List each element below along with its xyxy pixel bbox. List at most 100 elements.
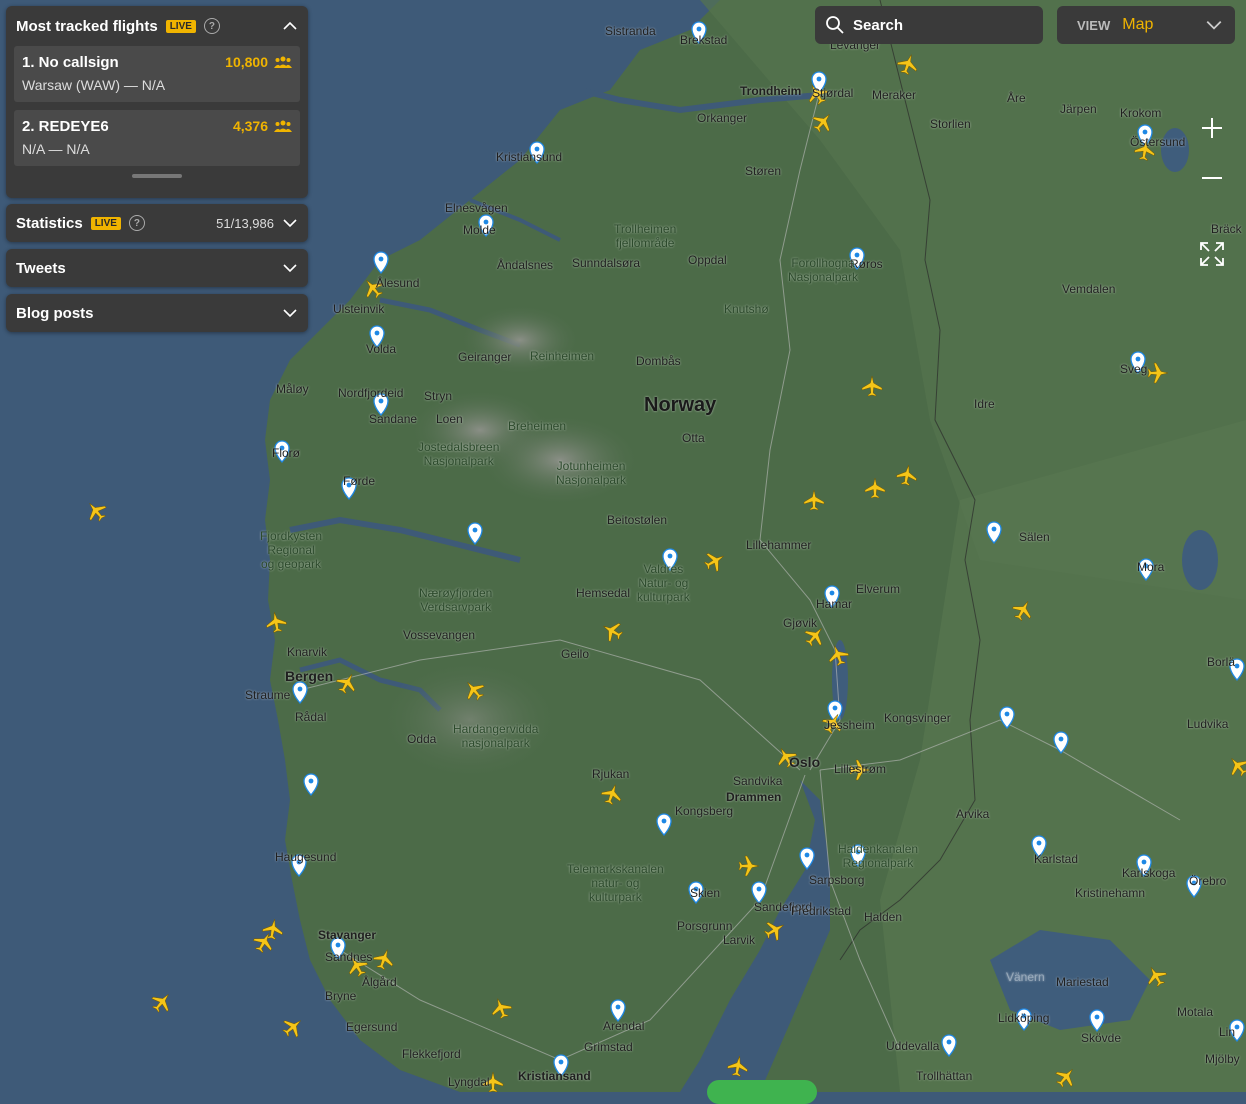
tracking-count: 10,800 (225, 54, 292, 70)
city-label: Idre (974, 397, 995, 411)
city-label: Kongsvinger (884, 711, 951, 725)
city-label: Kristiansand (518, 1069, 591, 1083)
view-selector[interactable]: VIEW Map (1057, 6, 1235, 44)
city-label: Flekkefjord (402, 1047, 461, 1061)
city-label: Volda (366, 342, 397, 356)
city-label: Lyngdal (448, 1075, 490, 1089)
city-label: Sveg (1120, 362, 1148, 376)
city-label: Sarpsborg (809, 873, 865, 887)
minus-icon (1202, 177, 1222, 179)
city-label: Porsgrunn (677, 919, 733, 933)
statistics-value: 51/13,986 (216, 215, 274, 231)
city-label: Motala (1177, 1005, 1214, 1019)
zoom-in-button[interactable] (1192, 108, 1232, 148)
most-tracked-header[interactable]: Most tracked flights LIVE ? (6, 6, 308, 46)
city-label: Oppdal (688, 253, 727, 267)
chevron-down-icon[interactable] (282, 305, 298, 321)
park-label: Valdres Natur- og kulturpark (637, 562, 690, 604)
city-label: Arvika (956, 807, 990, 821)
city-label: Kristinehamn (1075, 886, 1146, 900)
chevron-up-icon[interactable] (282, 18, 298, 34)
search-icon (826, 16, 844, 34)
city-label: Lin (1219, 1025, 1236, 1039)
city-label: Meraker (872, 88, 917, 102)
tweets-panel[interactable]: Tweets (6, 249, 308, 287)
tracking-count-value: 4,376 (232, 118, 268, 134)
city-label: Florø (272, 446, 300, 460)
search-box[interactable]: Search (815, 6, 1043, 44)
city-label: Karlstad (1034, 852, 1079, 866)
most-tracked-panel: Most tracked flights LIVE ? 1. No callsi… (6, 6, 308, 198)
city-label: Jessheim (824, 718, 875, 732)
city-label: Hamar (816, 597, 853, 611)
city-label: Måløy (276, 382, 309, 396)
city-label: Oslo (789, 754, 821, 770)
city-label: Vemdalen (1062, 282, 1116, 296)
bottom-action-button[interactable] (707, 1080, 817, 1104)
city-label: Ålgård (362, 975, 397, 989)
city-label: Larvik (723, 933, 756, 947)
city-label: Mora (1137, 560, 1165, 574)
city-label: Straume (245, 688, 291, 702)
city-label: Haugesund (275, 850, 337, 864)
park-label: Haldenkanalen Regionalpark (838, 842, 919, 870)
city-label: Uddevalla (886, 1039, 940, 1053)
statistics-title: Statistics (16, 214, 83, 232)
tracked-flight-item[interactable]: 1. No callsign Warsaw (WAW) — N/A 10,800 (14, 46, 300, 102)
tracking-count-value: 10,800 (225, 54, 268, 70)
chevron-down-icon[interactable] (282, 260, 298, 276)
city-label: Sunndalsøra (572, 256, 641, 270)
park-label: Jotunheimen Nasjonalpark (556, 459, 627, 487)
tweets-title: Tweets (16, 259, 66, 277)
city-label: Trondheim (740, 84, 802, 98)
city-label: Karlskoga (1122, 866, 1176, 880)
city-label: Bryne (325, 989, 357, 1003)
park-label: Telemarkskanalen natur- og kulturpark (567, 862, 664, 904)
city-label: Mjölby (1205, 1052, 1240, 1066)
view-value: Map (1122, 16, 1154, 33)
city-label: Sälen (1019, 530, 1050, 544)
fullscreen-button[interactable] (1192, 234, 1232, 274)
flight-route: N/A — N/A (22, 141, 90, 157)
city-label: Vossevangen (403, 628, 476, 642)
city-label: Brekstad (680, 33, 728, 47)
city-label: Dombås (636, 354, 681, 368)
people-icon (274, 120, 292, 132)
city-label: Stavanger (318, 928, 377, 942)
expand-icon (1200, 242, 1224, 266)
city-label: Rådal (295, 710, 327, 724)
park-label: Trollheimen fjellområde (614, 222, 677, 250)
city-label: Nordfjordeid (338, 386, 404, 400)
zoom-out-button[interactable] (1192, 158, 1232, 198)
resize-handle[interactable] (132, 174, 182, 178)
city-label: Järpen (1060, 102, 1097, 116)
help-icon[interactable]: ? (128, 215, 145, 231)
city-label: Ålesund (376, 276, 420, 290)
city-label: Elverum (856, 582, 901, 596)
city-label: Molde (463, 223, 496, 237)
blog-posts-title: Blog posts (16, 304, 94, 322)
city-label: Geilo (561, 647, 590, 661)
search-input[interactable]: Search (853, 17, 903, 34)
city-label: Odda (407, 732, 437, 746)
tracked-flight-item[interactable]: 2. REDEYE6 N/A — N/A 4,376 (14, 110, 300, 166)
statistics-panel[interactable]: Statistics LIVE ? 51/13,986 (6, 204, 308, 242)
city-label: Krokom (1120, 106, 1162, 120)
city-label: Arendal (603, 1019, 645, 1033)
city-label: Ulsteinvik (333, 302, 385, 316)
city-label: Elnesvågen (445, 201, 508, 215)
park-label: Breheimen (508, 419, 567, 433)
city-label: Egersund (346, 1020, 398, 1034)
help-icon[interactable]: ? (203, 18, 220, 34)
chevron-down-icon[interactable] (282, 215, 298, 231)
blog-posts-panel[interactable]: Blog posts (6, 294, 308, 332)
chevron-down-icon (1206, 20, 1222, 30)
view-label: VIEW (1077, 17, 1111, 33)
city-label: Orkanger (697, 111, 748, 125)
city-label: Beitostølen (607, 513, 668, 527)
park-label: Jostedalsbreen Nasjonalpark (418, 440, 500, 468)
city-label: Sandnes (325, 950, 373, 964)
city-label: Trollhättan (916, 1069, 973, 1083)
park-label: Hardangervidda nasjonalpark (453, 722, 539, 750)
city-label: Geiranger (458, 350, 512, 364)
